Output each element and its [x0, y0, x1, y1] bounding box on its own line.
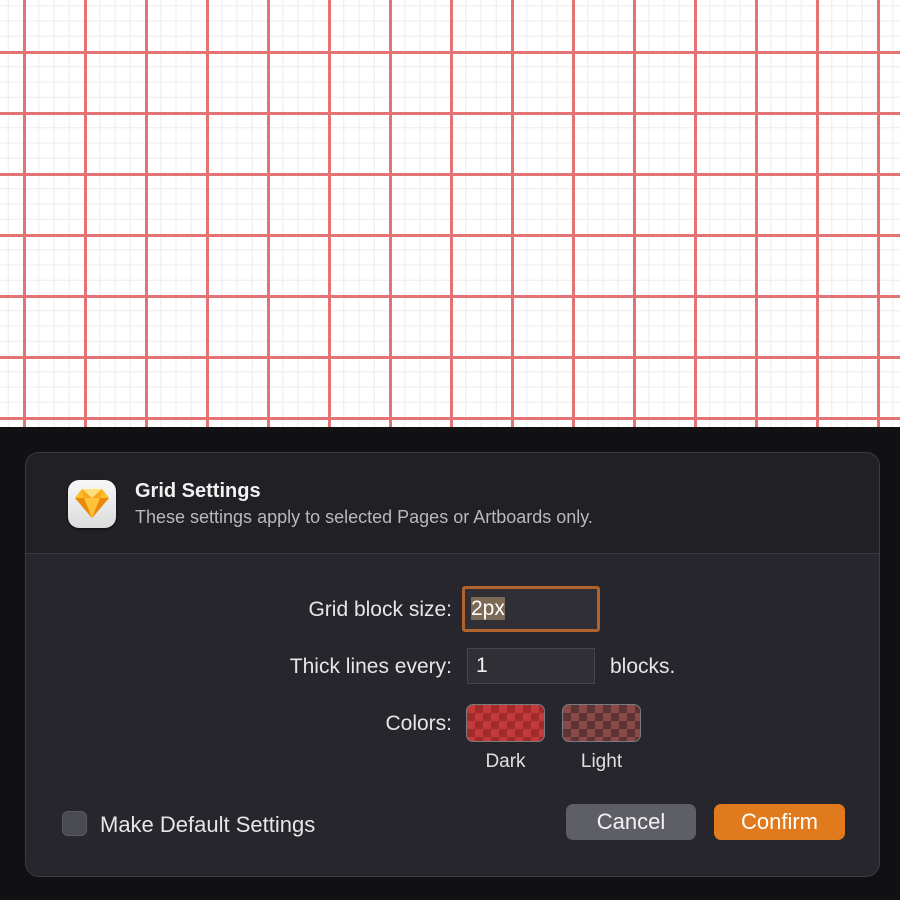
dialog-header: Grid Settings These settings apply to se… — [26, 453, 879, 554]
light-color-swatch[interactable] — [562, 704, 641, 742]
dialog-title: Grid Settings — [135, 480, 261, 502]
sketch-diamond-icon — [75, 489, 109, 518]
thick-lines-label: Thick lines every: — [289, 655, 452, 678]
dark-color-swatch[interactable] — [466, 704, 545, 742]
cancel-button[interactable]: Cancel — [566, 804, 696, 840]
make-default-checkbox[interactable] — [62, 811, 87, 836]
block-size-label: Grid block size: — [308, 598, 452, 621]
thick-lines-input[interactable]: 1 — [467, 648, 595, 684]
grid-canvas — [0, 0, 900, 427]
make-default-label[interactable]: Make Default Settings — [100, 812, 315, 838]
block-size-value: 2px — [471, 597, 505, 620]
light-color-caption: Light — [580, 751, 623, 772]
dark-color-caption: Dark — [485, 751, 526, 772]
thick-lines-value: 1 — [476, 654, 488, 677]
dialog-subtitle: These settings apply to selected Pages o… — [135, 507, 593, 527]
thick-lines-suffix: blocks. — [610, 655, 676, 678]
confirm-button[interactable]: Confirm — [714, 804, 845, 840]
grid-settings-dialog: Grid Settings These settings apply to se… — [25, 452, 880, 877]
colors-label: Colors: — [385, 712, 452, 735]
block-size-input[interactable]: 2px — [462, 586, 600, 632]
sketch-app-icon — [68, 480, 116, 528]
